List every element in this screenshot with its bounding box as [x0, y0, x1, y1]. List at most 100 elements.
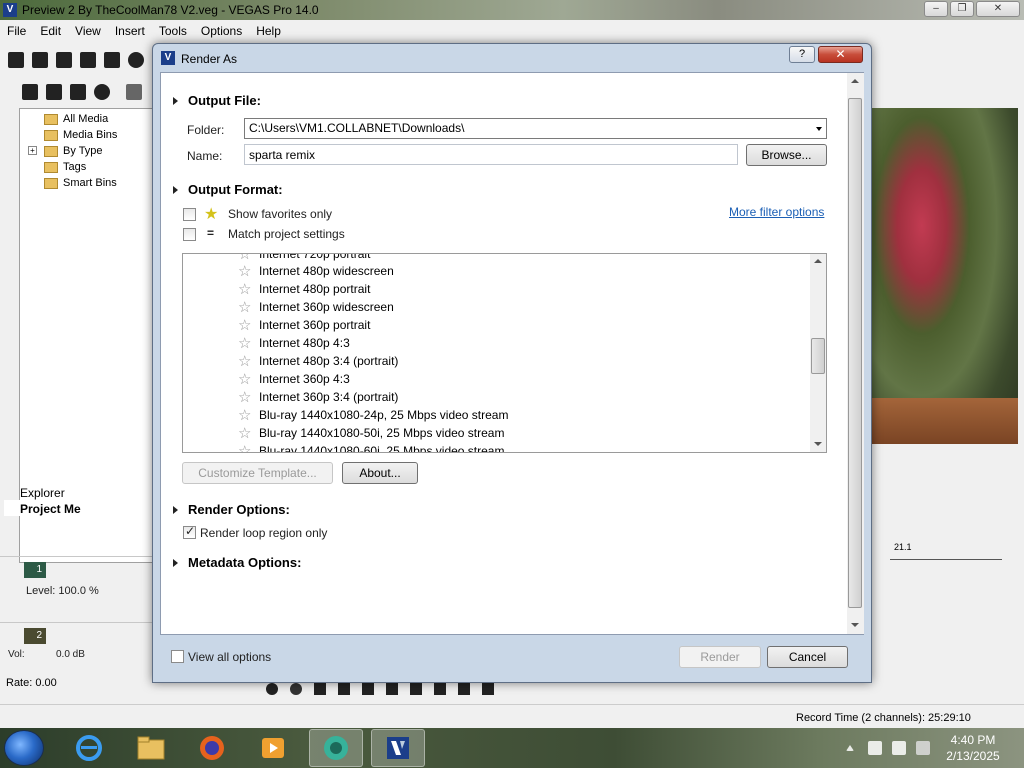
output-file-header[interactable]: Output File:	[173, 93, 261, 108]
menu-help[interactable]: Help	[249, 22, 288, 38]
play-from-start-icon[interactable]	[314, 683, 326, 695]
tree-item-tags[interactable]: Tags	[44, 159, 86, 175]
loop-icon[interactable]	[290, 683, 302, 695]
show-favorites-checkbox[interactable]	[183, 208, 196, 221]
taskbar-clock[interactable]: 4:40 PM 2/13/2025	[938, 732, 1008, 764]
star-outline-icon[interactable]: ☆	[238, 388, 254, 406]
format-item[interactable]: ☆ Internet 480p 4:3	[238, 334, 350, 352]
format-item[interactable]: ☆ Internet 360p widescreen	[238, 298, 394, 316]
menu-tools[interactable]: Tools	[152, 22, 194, 38]
track-header-video[interactable]: 1 Level: 100.0 %	[0, 556, 157, 616]
file-explorer-icon[interactable]	[124, 729, 178, 767]
star-outline-icon[interactable]: ☆	[238, 370, 254, 388]
remove-media-icon[interactable]	[126, 84, 142, 100]
more-filter-options-link[interactable]: More filter options	[729, 205, 824, 219]
star-outline-icon[interactable]: ☆	[238, 316, 254, 334]
network-icon[interactable]	[868, 741, 882, 755]
app-taskbar-icon[interactable]	[309, 729, 363, 767]
output-format-header[interactable]: Output Format:	[173, 182, 283, 197]
stop-icon[interactable]	[386, 683, 398, 695]
firefox-icon[interactable]	[185, 729, 239, 767]
format-list-scrollbar[interactable]	[810, 254, 826, 452]
star-outline-icon[interactable]: ☆	[238, 262, 254, 280]
star-outline-icon[interactable]: ☆	[238, 406, 254, 424]
format-item[interactable]: ☆ Internet 480p widescreen	[238, 262, 394, 280]
show-hidden-icons-icon[interactable]	[846, 745, 854, 751]
scrollbar-thumb[interactable]	[811, 338, 825, 374]
pause-icon[interactable]	[362, 683, 374, 695]
web-media-icon[interactable]	[94, 84, 110, 100]
help-button[interactable]: ?	[789, 46, 815, 63]
prev-frame-icon[interactable]	[458, 683, 470, 695]
dropdown-arrow-icon[interactable]	[816, 127, 822, 131]
format-item[interactable]: ☆ Blu-ray 1440x1080-60i, 25 Mbps video st…	[238, 442, 504, 452]
record-icon[interactable]	[266, 683, 278, 695]
star-outline-icon[interactable]: ☆	[238, 424, 254, 442]
save-as-icon[interactable]	[80, 52, 96, 68]
folder-combobox[interactable]: C:\Users\VM1.COLLABNET\Downloads\	[244, 118, 827, 139]
capture-icon[interactable]	[46, 84, 62, 100]
format-item[interactable]: ☆ Internet 360p 3:4 (portrait)	[238, 388, 398, 406]
tree-item-by-type[interactable]: By Type	[44, 143, 103, 159]
render-options-header[interactable]: Render Options:	[173, 502, 290, 517]
customize-template-button[interactable]: Customize Template...	[182, 462, 333, 484]
cancel-button[interactable]: Cancel	[767, 646, 848, 668]
maximize-icon[interactable]: ❐	[950, 1, 974, 17]
play-icon[interactable]	[338, 683, 350, 695]
name-input[interactable]: sparta remix	[244, 144, 738, 165]
browse-button[interactable]: Browse...	[746, 144, 827, 166]
menu-insert[interactable]: Insert	[108, 22, 152, 38]
expand-icon[interactable]: +	[28, 146, 37, 155]
match-project-checkbox[interactable]	[183, 228, 196, 241]
next-frame-icon[interactable]	[482, 683, 494, 695]
get-media-icon[interactable]	[70, 84, 86, 100]
scroll-up-icon[interactable]	[851, 79, 859, 83]
render-button[interactable]: Render	[679, 646, 761, 668]
format-item[interactable]: ☆ Internet 360p 4:3	[238, 370, 350, 388]
star-outline-icon[interactable]: ☆	[238, 352, 254, 370]
scroll-down-icon[interactable]	[814, 442, 822, 446]
media-player-icon[interactable]	[246, 729, 300, 767]
render-loop-region-checkbox[interactable]	[183, 524, 196, 539]
format-item[interactable]: ☆ Internet 480p 3:4 (portrait)	[238, 352, 398, 370]
format-item[interactable]: ☆ Blu-ray 1440x1080-50i, 25 Mbps video st…	[238, 424, 504, 442]
tree-item-all-media[interactable]: All Media	[44, 111, 108, 127]
internet-explorer-icon[interactable]	[62, 729, 116, 767]
view-all-options-checkbox[interactable]	[171, 650, 184, 663]
open-icon[interactable]	[32, 52, 48, 68]
format-item[interactable]: ☆ Internet 480p portrait	[238, 280, 370, 298]
import-media-icon[interactable]	[22, 84, 38, 100]
star-outline-icon[interactable]: ☆	[238, 298, 254, 316]
dialog-scrollbar[interactable]	[847, 73, 864, 634]
about-button[interactable]: About...	[342, 462, 418, 484]
render-icon[interactable]	[104, 52, 120, 68]
menu-options[interactable]: Options	[194, 22, 249, 38]
tree-item-smart-bins[interactable]: Smart Bins	[44, 175, 117, 191]
save-icon[interactable]	[56, 52, 72, 68]
star-outline-icon[interactable]: ☆	[238, 442, 254, 452]
go-to-start-icon[interactable]	[410, 683, 422, 695]
new-project-icon[interactable]	[8, 52, 24, 68]
format-item[interactable]: ☆ Internet 360p portrait	[238, 316, 370, 334]
scroll-down-icon[interactable]	[851, 623, 859, 627]
start-button[interactable]	[4, 730, 44, 766]
star-outline-icon[interactable]: ☆	[238, 334, 254, 352]
menu-file[interactable]: File	[0, 22, 33, 38]
go-to-end-icon[interactable]	[434, 683, 446, 695]
action-center-flag-icon[interactable]	[892, 741, 906, 755]
volume-muted-icon[interactable]	[916, 741, 930, 755]
track-header-audio[interactable]: 2 Vol: 0.0 dB	[0, 622, 157, 682]
settings-gear-icon[interactable]	[128, 52, 144, 68]
tab-explorer[interactable]: Explorer	[4, 484, 73, 500]
format-item[interactable]: ☆ Blu-ray 1440x1080-24p, 25 Mbps video st…	[238, 406, 508, 424]
menu-view[interactable]: View	[68, 22, 108, 38]
scroll-up-icon[interactable]	[814, 259, 822, 263]
star-outline-icon[interactable]: ☆	[238, 280, 254, 298]
scrollbar-thumb[interactable]	[848, 98, 862, 608]
menu-edit[interactable]: Edit	[33, 22, 68, 38]
app-close-icon[interactable]: ✕	[976, 1, 1020, 17]
tree-item-media-bins[interactable]: Media Bins	[44, 127, 117, 143]
vegas-taskbar-icon[interactable]	[371, 729, 425, 767]
minimize-icon[interactable]: –	[924, 1, 948, 17]
metadata-options-header[interactable]: Metadata Options:	[173, 555, 301, 570]
